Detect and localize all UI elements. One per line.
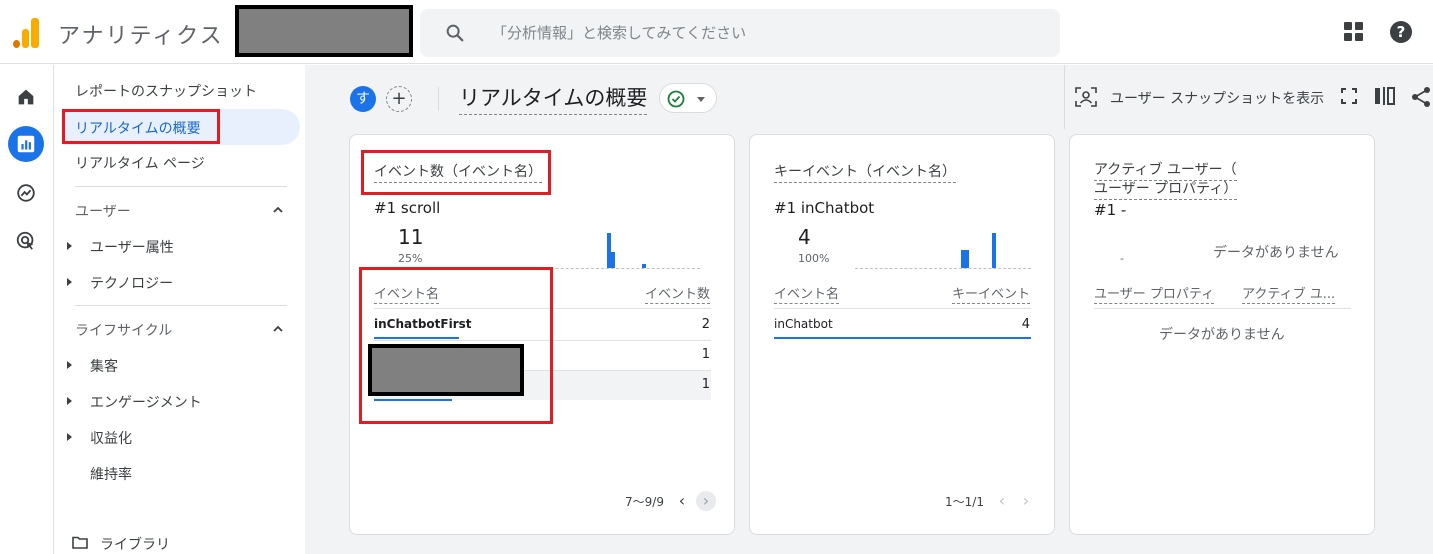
sidebar-section-lifecycle[interactable]: ライフサイクル xyxy=(75,320,172,340)
top-item-value: 11 xyxy=(398,225,424,249)
sidebar-item-monetization[interactable]: 収益化 xyxy=(67,428,240,447)
sidebar-item-demographics[interactable]: ユーザー属性 xyxy=(67,237,240,256)
fullscreen-icon[interactable] xyxy=(1341,88,1357,104)
pagination-label: 1〜1/1 xyxy=(945,495,984,509)
top-item-rank: #1 - xyxy=(1094,201,1127,219)
expand-arrow-icon xyxy=(67,397,72,405)
sidebar-divider xyxy=(75,305,287,306)
table-row-value: 4 xyxy=(1021,317,1030,332)
sparkline-bar xyxy=(606,233,611,268)
chevron-left-icon[interactable]: ‹ xyxy=(992,491,1012,511)
advertising-icon[interactable] xyxy=(8,223,44,259)
card-title[interactable]: キーイベント（イベント名） xyxy=(774,161,956,183)
reports-icon[interactable] xyxy=(8,126,44,162)
dropdown-arrow-icon xyxy=(697,97,705,102)
row-share-bar xyxy=(774,337,1031,339)
header-divider xyxy=(1064,65,1065,129)
report-sidebar: レポートのスナップショット リアルタイムの概要 リアルタイム ページ ユーザー … xyxy=(55,65,305,554)
column-header-user-property[interactable]: ユーザー プロパティ xyxy=(1094,283,1215,304)
check-circle-icon xyxy=(667,90,685,108)
key-events-card: キーイベント（イベント名） #1 inChatbot 4 100% イベント名 … xyxy=(749,134,1055,535)
sidebar-divider xyxy=(75,186,287,187)
report-header: す + リアルタイムの概要 ユーザー スナップショットを表示 xyxy=(305,65,1433,129)
comparison-chip[interactable]: す xyxy=(350,86,376,112)
no-data-message: データがありません xyxy=(1159,327,1285,343)
top-item-percent: 100% xyxy=(798,252,830,265)
folder-icon xyxy=(72,536,88,549)
sidebar-item-engagement[interactable]: エンゲージメント xyxy=(67,392,240,411)
column-header-event-count[interactable]: イベント数 xyxy=(644,283,710,304)
report-status-dropdown[interactable] xyxy=(659,83,717,113)
table-row-value: 1 xyxy=(701,347,710,362)
expand-arrow-icon xyxy=(67,361,72,369)
card-title-line2[interactable]: ユーザー プロパティ） xyxy=(1094,178,1238,200)
sparkline-bar xyxy=(642,264,647,268)
top-item-value: - xyxy=(1120,252,1124,265)
chevron-right-icon[interactable]: › xyxy=(696,491,716,511)
top-item-value: 4 xyxy=(798,225,811,249)
sidebar-item-technology[interactable]: テクノロジー xyxy=(67,273,240,292)
sparkline-bar xyxy=(991,233,996,268)
sidebar-item-library[interactable]: ライブラリ xyxy=(100,534,170,554)
column-header-key-event[interactable]: キーイベント xyxy=(951,283,1030,304)
chevron-right-icon[interactable]: › xyxy=(1016,491,1036,511)
redacted-account-selector[interactable] xyxy=(235,5,413,57)
user-snapshot-button[interactable]: ユーザー スナップショットを表示 xyxy=(1110,88,1324,108)
help-icon[interactable]: ? xyxy=(1390,21,1412,43)
expand-arrow-icon xyxy=(67,242,72,250)
sparkline-bar xyxy=(964,250,969,268)
search-placeholder: 「分析情報」と検索してみてください xyxy=(492,24,747,42)
search-input[interactable]: 「分析情報」と検索してみてください xyxy=(420,9,1060,57)
sidebar-section-user[interactable]: ユーザー xyxy=(75,201,131,221)
expand-arrow-icon xyxy=(67,433,72,441)
table-row-value: 2 xyxy=(701,317,710,332)
compare-icon[interactable] xyxy=(1374,86,1396,106)
top-item-rank: #1 inChatbot xyxy=(774,199,875,217)
annotation-highlight-box xyxy=(62,109,220,144)
left-nav-rail xyxy=(0,65,54,554)
active-users-card: アクティブ ユーザー（ ユーザー プロパティ） #1 - - データがありません… xyxy=(1069,134,1375,535)
chevron-left-icon[interactable]: ‹ xyxy=(672,491,692,511)
search-icon xyxy=(446,24,464,42)
annotation-highlight-box xyxy=(359,267,553,424)
column-header-event-name[interactable]: イベント名 xyxy=(774,283,840,304)
main-content: す + リアルタイムの概要 ユーザー スナップショットを表示 イベント数（イベン… xyxy=(305,65,1433,554)
user-snapshot-icon[interactable] xyxy=(1075,87,1097,107)
app-title: アナリティクス xyxy=(58,24,224,49)
apps-grid-icon[interactable] xyxy=(1344,22,1364,42)
table-row-name[interactable]: inChatbot xyxy=(774,317,833,331)
column-header-active-users[interactable]: アクティブ ユ... xyxy=(1242,283,1336,304)
analytics-logo-icon[interactable] xyxy=(13,18,41,48)
no-data-message: データがありません xyxy=(1213,245,1339,261)
table-divider xyxy=(1094,308,1351,309)
page-title: リアルタイムの概要 xyxy=(459,82,648,115)
sidebar-item-retention[interactable]: 維持率 xyxy=(90,464,240,483)
event-count-card: イベント数（イベント名） #1 scroll 11 25% イベント名 イベント… xyxy=(349,134,735,535)
top-item-rank: #1 scroll xyxy=(374,199,441,217)
event-sparkline xyxy=(500,229,700,269)
table-divider xyxy=(774,308,1031,309)
chevron-up-icon[interactable] xyxy=(271,203,285,217)
sidebar-item-snapshot[interactable]: レポートのスナップショット xyxy=(75,81,257,101)
share-icon[interactable] xyxy=(1411,86,1431,108)
chevron-up-icon[interactable] xyxy=(271,322,285,336)
sparkline-bar xyxy=(611,252,616,268)
home-icon[interactable] xyxy=(8,79,44,115)
sidebar-item-realtime-page[interactable]: リアルタイム ページ xyxy=(75,153,205,173)
sidebar-item-acquisition[interactable]: 集客 xyxy=(67,356,240,375)
key-event-sparkline xyxy=(855,229,1031,269)
annotation-highlight-box xyxy=(361,150,551,195)
header-divider xyxy=(438,87,439,111)
top-app-bar: アナリティクス 「分析情報」と検索してみてください ? xyxy=(0,0,1433,64)
add-comparison-button[interactable]: + xyxy=(386,86,412,112)
explore-icon[interactable] xyxy=(8,175,44,211)
pagination-label: 7〜9/9 xyxy=(625,495,664,509)
top-item-percent: 25% xyxy=(398,252,423,265)
expand-arrow-icon xyxy=(67,278,72,286)
table-row-value: 1 xyxy=(701,377,710,392)
